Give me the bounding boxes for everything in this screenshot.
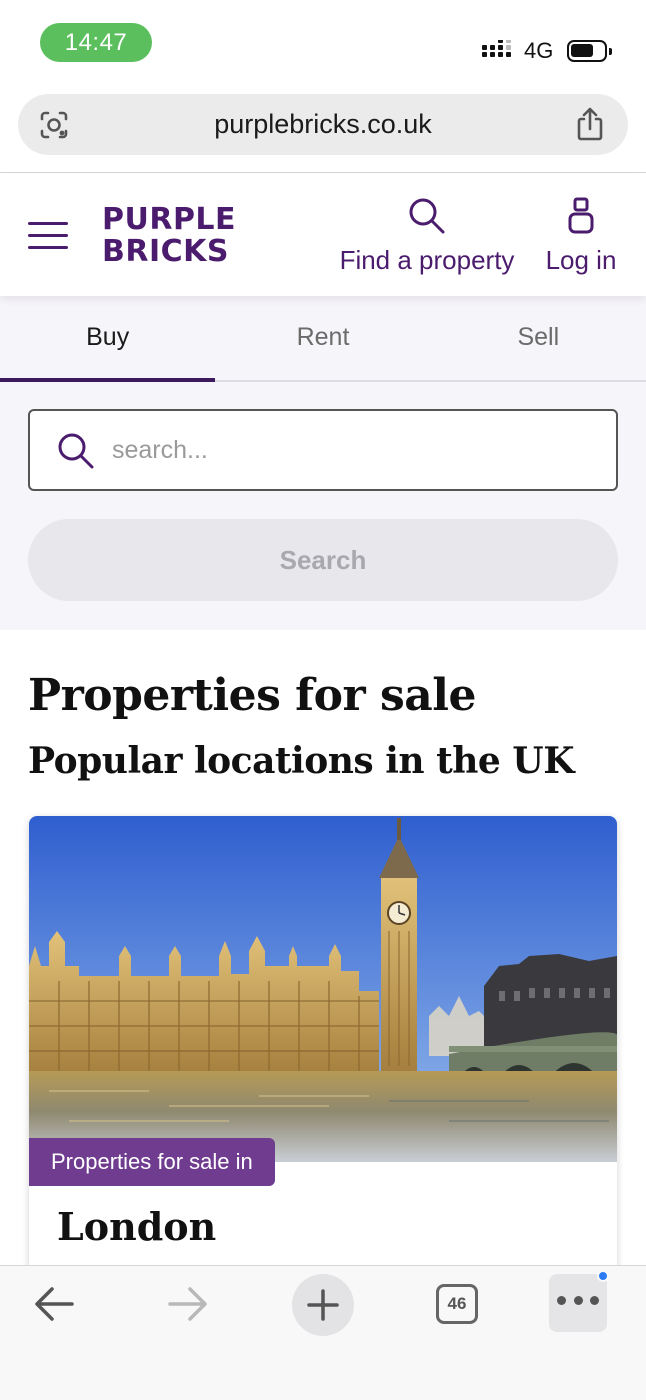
browser-address-area: purplebricks.co.uk [0, 86, 646, 173]
find-property-label: Find a property [339, 245, 515, 275]
search-icon [58, 433, 94, 469]
search-box[interactable] [28, 409, 618, 491]
back-arrow-icon[interactable] [32, 1284, 76, 1324]
london-westminster-image [29, 816, 617, 1162]
browser-toolbar: 46 [0, 1265, 646, 1400]
page-title: Properties for sale [28, 670, 476, 721]
more-menu-button[interactable] [549, 1270, 609, 1332]
status-time: 14:47 [40, 23, 152, 62]
search-button[interactable]: Search [28, 519, 618, 601]
site-header: PURPLE BRICKS Find a property Log in [0, 174, 646, 296]
card-badge: Properties for sale in [29, 1138, 275, 1186]
battery-icon [567, 40, 612, 62]
address-bar[interactable]: purplebricks.co.uk [18, 94, 628, 155]
find-property-link[interactable]: Find a property [332, 192, 522, 282]
search-panel: Search [0, 382, 646, 630]
log-in-link[interactable]: Log in [542, 192, 620, 282]
search-icon [409, 198, 445, 234]
plus-icon [307, 1289, 339, 1321]
log-in-label: Log in [545, 245, 617, 275]
logo-line-1: PURPLE [102, 202, 237, 237]
logo-line-2: BRICKS [102, 234, 229, 269]
card-title: London [57, 1204, 217, 1249]
notification-dot [597, 1270, 609, 1282]
purplebricks-logo[interactable]: PURPLE BRICKS [102, 204, 236, 268]
tab-count-button[interactable]: 46 [436, 1284, 478, 1324]
location-card-london[interactable]: Properties for sale in London [29, 816, 617, 1276]
section-subtitle: Popular locations in the UK [28, 740, 575, 782]
more-icon [557, 1296, 599, 1306]
signal-icon [482, 40, 511, 57]
url-text: purplebricks.co.uk [214, 109, 432, 139]
tab-buy[interactable]: Buy [0, 296, 216, 382]
search-input[interactable] [112, 411, 592, 489]
status-bar: 14:47 4G [0, 0, 646, 86]
new-tab-button[interactable] [292, 1274, 354, 1336]
forward-arrow-icon[interactable] [166, 1284, 210, 1324]
tab-sell[interactable]: Sell [431, 296, 646, 380]
network-type: 4G [524, 38, 554, 63]
menu-icon[interactable] [28, 222, 68, 250]
user-icon [568, 197, 594, 234]
share-icon[interactable] [574, 107, 606, 141]
tab-rent[interactable]: Rent [215, 296, 430, 380]
search-type-tabs: Buy Rent Sell [0, 296, 646, 382]
